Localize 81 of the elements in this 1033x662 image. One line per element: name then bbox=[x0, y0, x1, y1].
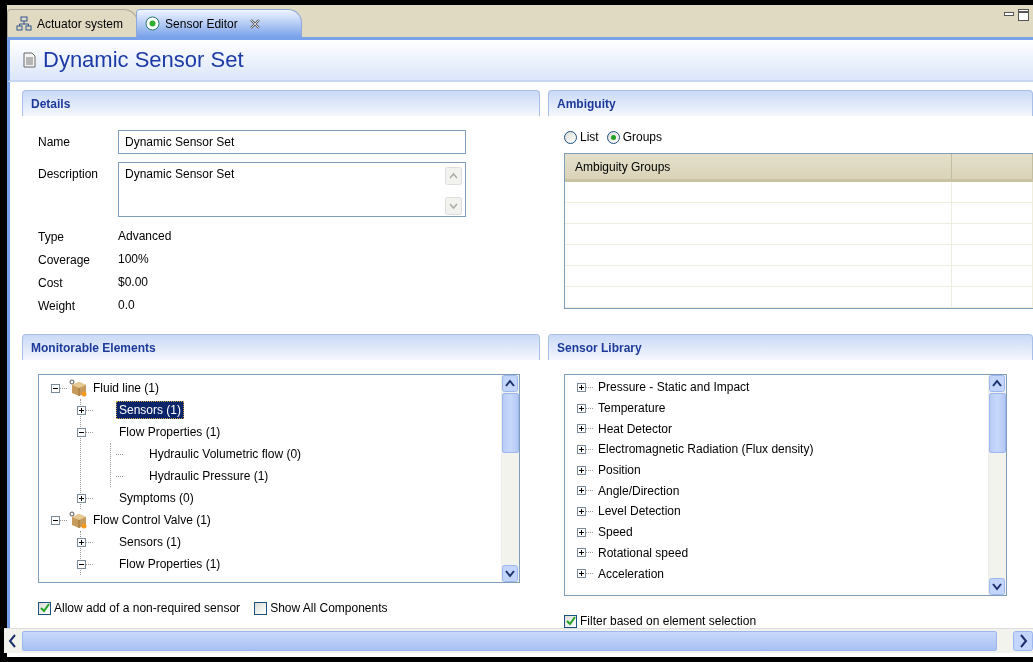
plus-icon[interactable] bbox=[77, 537, 86, 547]
scroll-right-icon[interactable] bbox=[1013, 629, 1033, 653]
plus-icon[interactable] bbox=[577, 527, 586, 537]
scroll-down-icon[interactable] bbox=[502, 565, 518, 582]
plus-icon[interactable] bbox=[577, 465, 586, 475]
radio-label[interactable]: List bbox=[580, 130, 599, 144]
checkbox[interactable] bbox=[564, 614, 577, 628]
section-title: Details bbox=[31, 96, 71, 111]
plus-icon[interactable] bbox=[577, 569, 586, 579]
scrollbar[interactable] bbox=[4, 628, 1033, 653]
plus-icon[interactable] bbox=[577, 382, 586, 392]
scrollbar[interactable] bbox=[501, 375, 519, 582]
tree-item[interactable]: Hydraulic Volumetric flow (0) bbox=[146, 445, 305, 463]
tree-item[interactable]: Temperature bbox=[595, 399, 669, 418]
plus-icon[interactable] bbox=[77, 405, 86, 415]
checkbox-label[interactable]: Filter based on element selection bbox=[580, 614, 757, 628]
tree-item[interactable]: Symptoms (0) bbox=[116, 489, 197, 507]
minus-icon[interactable] bbox=[51, 515, 60, 525]
minus-icon[interactable] bbox=[77, 427, 86, 437]
plus-icon[interactable] bbox=[577, 548, 586, 558]
radio-button[interactable] bbox=[606, 130, 620, 144]
tree-item[interactable]: Fluid line (1) bbox=[90, 379, 163, 397]
section-title: Sensor Library bbox=[557, 340, 642, 355]
tree-item[interactable]: Speed bbox=[595, 523, 636, 542]
tree-item[interactable]: Electromagnetic Radiation (Flux density) bbox=[595, 440, 817, 459]
plus-icon[interactable] bbox=[577, 444, 586, 454]
field-label: Type bbox=[38, 229, 65, 246]
field-value: Advanced bbox=[118, 228, 173, 245]
field-value: $0.00 bbox=[118, 274, 150, 291]
tree-item[interactable]: Flow Properties (1) bbox=[116, 555, 224, 573]
field-label: Name bbox=[38, 134, 71, 151]
checkbox[interactable] bbox=[254, 601, 268, 615]
field-label: Cost bbox=[38, 275, 64, 292]
checkbox[interactable] bbox=[38, 601, 51, 615]
section-title: Monitorable Elements bbox=[31, 340, 156, 355]
plus-icon[interactable] bbox=[577, 403, 586, 413]
tree-item[interactable]: Hydraulic Pressure (1) bbox=[146, 467, 272, 485]
radio-button[interactable] bbox=[564, 130, 577, 144]
section-title: Ambiguity bbox=[557, 96, 616, 111]
tree-item[interactable]: Flow Control Valve (1) bbox=[90, 511, 214, 529]
field-value: 100% bbox=[118, 251, 150, 268]
scrollbar[interactable] bbox=[988, 375, 1006, 595]
editor-tab[interactable]: Actuator system bbox=[7, 9, 139, 37]
tree-item[interactable]: Heat Detector bbox=[595, 419, 676, 438]
sensor-icon bbox=[145, 16, 161, 31]
scroll-down-icon[interactable] bbox=[989, 578, 1005, 595]
plus-icon[interactable] bbox=[577, 486, 586, 496]
plus-icon[interactable] bbox=[577, 424, 586, 434]
plus-icon[interactable] bbox=[577, 506, 586, 516]
text-field[interactable]: Dynamic Sensor Set bbox=[118, 130, 466, 154]
tree-item[interactable]: Angle/Direction bbox=[595, 481, 683, 500]
tree-item[interactable]: Rotational speed bbox=[595, 543, 692, 562]
tree-item[interactable]: Position bbox=[595, 461, 644, 480]
component-icon bbox=[69, 511, 87, 529]
editor-tab[interactable]: Sensor Editor bbox=[136, 9, 302, 37]
radio-label[interactable]: Groups bbox=[622, 130, 663, 144]
close-icon[interactable] bbox=[248, 17, 261, 30]
tree-item[interactable]: Acceleration bbox=[595, 564, 668, 583]
tree-item[interactable]: Pressure - Static and Impact bbox=[595, 378, 753, 397]
maximize-icon[interactable] bbox=[1018, 9, 1029, 21]
tree-item[interactable]: Sensors (1) bbox=[116, 401, 185, 419]
field-value: 0.0 bbox=[118, 297, 136, 314]
text-area[interactable]: Dynamic Sensor Set bbox=[118, 162, 466, 217]
minus-icon[interactable] bbox=[51, 383, 60, 393]
editor-title: Dynamic Sensor Set bbox=[43, 47, 244, 73]
tree-item[interactable]: Flow Properties (1) bbox=[116, 423, 224, 441]
field-label: Description bbox=[38, 166, 100, 183]
tree-item[interactable]: Level Detection bbox=[595, 502, 684, 521]
field-label: Weight bbox=[38, 298, 77, 315]
checkbox-label[interactable]: Show All Components bbox=[270, 601, 388, 615]
checkbox-label[interactable]: Allow add of a non-required sensor bbox=[54, 601, 241, 615]
field-label: Coverage bbox=[38, 252, 92, 269]
plus-icon[interactable] bbox=[77, 493, 86, 503]
minus-icon[interactable] bbox=[77, 559, 86, 569]
scrollbar bbox=[445, 167, 463, 216]
scroll-up-icon[interactable] bbox=[502, 375, 518, 392]
component-icon bbox=[69, 379, 87, 397]
scroll-up-icon[interactable] bbox=[989, 375, 1005, 392]
hierarchy-icon bbox=[16, 16, 32, 31]
document-icon bbox=[22, 52, 37, 68]
tree-item[interactable]: Sensors (1) bbox=[116, 533, 185, 551]
